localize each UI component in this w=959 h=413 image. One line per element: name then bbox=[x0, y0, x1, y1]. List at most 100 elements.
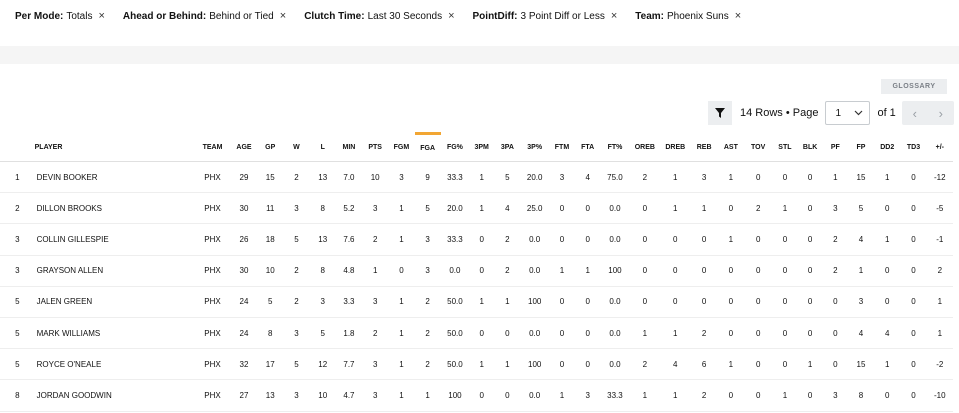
stat-cell[interactable]: 3 bbox=[822, 379, 848, 412]
column-header[interactable]: AST bbox=[717, 133, 744, 162]
stat-cell[interactable]: 4 bbox=[660, 348, 691, 381]
stat-cell[interactable]: 1 bbox=[629, 379, 661, 412]
stat-cell[interactable]: 1 bbox=[822, 161, 848, 194]
column-header[interactable]: PLAYER bbox=[34, 133, 195, 162]
stat-cell[interactable]: 1 bbox=[660, 161, 691, 194]
column-header[interactable]: FTA bbox=[575, 133, 601, 162]
stat-cell[interactable]: 1 bbox=[469, 286, 495, 318]
column-header[interactable]: AGE bbox=[230, 133, 258, 162]
stat-cell[interactable]: 1 bbox=[388, 379, 415, 412]
column-header[interactable]: 3P% bbox=[520, 133, 549, 162]
stat-cell[interactable]: 5 bbox=[414, 192, 441, 225]
stat-cell[interactable]: 5 bbox=[494, 161, 521, 194]
stat-cell[interactable]: 1 bbox=[797, 348, 823, 381]
page-select[interactable]: 1 bbox=[825, 101, 871, 125]
stat-cell[interactable]: 2 bbox=[690, 379, 718, 412]
stat-cell[interactable]: 1 bbox=[469, 192, 495, 225]
team-link[interactable]: PHX bbox=[194, 317, 231, 350]
stat-cell[interactable]: 1 bbox=[388, 348, 415, 381]
stat-cell[interactable]: 3 bbox=[388, 161, 415, 194]
column-header[interactable]: DD2 bbox=[874, 133, 901, 162]
column-header[interactable]: FGM bbox=[388, 133, 415, 162]
column-header[interactable]: FG% bbox=[440, 133, 470, 162]
player-link[interactable]: GRAYSON ALLEN bbox=[34, 255, 195, 287]
stat-cell[interactable]: 1 bbox=[772, 379, 798, 412]
column-header[interactable]: 3PA bbox=[494, 133, 521, 162]
column-header[interactable]: GP bbox=[257, 133, 284, 162]
team-link[interactable]: PHX bbox=[194, 379, 231, 412]
column-header[interactable]: FGA bbox=[414, 132, 441, 162]
stat-cell[interactable]: 2 bbox=[629, 161, 661, 194]
stat-cell[interactable]: 3 bbox=[690, 161, 718, 194]
stat-cell[interactable]: 3 bbox=[822, 192, 848, 225]
column-header[interactable]: OREB bbox=[629, 133, 661, 162]
stat-cell[interactable]: 1 bbox=[469, 161, 495, 194]
stat-cell[interactable]: 2 bbox=[414, 317, 441, 350]
stat-cell[interactable]: 1 bbox=[690, 192, 718, 225]
column-header[interactable]: L bbox=[309, 133, 336, 162]
player-link[interactable]: JALEN GREEN bbox=[34, 286, 195, 318]
stat-cell[interactable]: 1 bbox=[414, 379, 441, 412]
player-link[interactable]: DILLON BROOKS bbox=[34, 192, 195, 225]
next-page-button[interactable]: › bbox=[928, 101, 954, 125]
stat-cell[interactable]: 2 bbox=[629, 348, 661, 381]
stat-cell[interactable]: 1 bbox=[660, 192, 691, 225]
team-link[interactable]: PHX bbox=[194, 192, 231, 225]
stat-cell[interactable]: 1 bbox=[388, 317, 415, 350]
stat-cell[interactable]: 1 bbox=[469, 348, 495, 381]
team-link[interactable]: PHX bbox=[194, 223, 231, 256]
stat-cell[interactable]: 2 bbox=[822, 223, 848, 256]
stat-cell[interactable]: 1 bbox=[660, 379, 691, 412]
stat-cell[interactable]: 4 bbox=[494, 192, 521, 225]
column-header[interactable]: STL bbox=[772, 133, 798, 162]
prev-page-button[interactable]: ‹ bbox=[902, 101, 928, 125]
stat-cell[interactable]: 2 bbox=[494, 223, 521, 256]
close-icon[interactable]: × bbox=[98, 10, 104, 22]
team-link[interactable]: PHX bbox=[194, 286, 231, 318]
team-link[interactable]: PHX bbox=[194, 255, 231, 287]
stat-cell[interactable]: 2 bbox=[744, 192, 773, 225]
column-header[interactable]: W bbox=[283, 133, 310, 162]
column-header[interactable]: DREB bbox=[660, 133, 691, 162]
stat-cell[interactable]: 1 bbox=[629, 317, 661, 350]
stat-cell[interactable]: 1 bbox=[717, 348, 744, 381]
team-link[interactable]: PHX bbox=[194, 161, 231, 194]
column-header[interactable]: BLK bbox=[797, 133, 823, 162]
column-header[interactable]: PTS bbox=[362, 133, 389, 162]
column-header[interactable]: FP bbox=[847, 133, 875, 162]
player-link[interactable]: COLLIN GILLESPIE bbox=[34, 223, 195, 256]
glossary-button[interactable]: GLOSSARY bbox=[881, 79, 947, 94]
stat-cell[interactable]: 1 bbox=[388, 223, 415, 256]
player-link[interactable]: MARK WILLIAMS bbox=[34, 317, 195, 350]
stat-cell[interactable]: 3 bbox=[414, 255, 441, 287]
column-header[interactable]: TOV bbox=[744, 133, 773, 162]
column-header[interactable]: 3PM bbox=[469, 133, 495, 162]
stat-cell[interactable]: 3 bbox=[414, 223, 441, 256]
stat-cell[interactable]: 1 bbox=[388, 286, 415, 318]
close-icon[interactable]: × bbox=[735, 10, 741, 22]
stat-cell[interactable]: 1 bbox=[388, 192, 415, 225]
stat-cell[interactable]: 1 bbox=[772, 192, 798, 225]
stat-cell[interactable]: 2 bbox=[822, 255, 848, 287]
stat-cell[interactable]: 1 bbox=[494, 286, 521, 318]
column-header[interactable]: MIN bbox=[335, 133, 363, 162]
column-header[interactable]: FT% bbox=[600, 133, 630, 162]
player-link[interactable]: JORDAN GOODWIN bbox=[34, 379, 195, 412]
column-header[interactable]: TD3 bbox=[900, 133, 927, 162]
stat-cell[interactable]: 2 bbox=[414, 286, 441, 318]
player-link[interactable]: DEVIN BOOKER bbox=[34, 161, 195, 194]
stat-cell[interactable]: 2 bbox=[494, 255, 521, 287]
close-icon[interactable]: × bbox=[448, 10, 454, 22]
column-header[interactable]: +/- bbox=[926, 133, 953, 162]
column-header[interactable] bbox=[0, 133, 35, 162]
column-header[interactable]: TEAM bbox=[194, 133, 231, 162]
column-header[interactable]: PF bbox=[822, 133, 848, 162]
stat-cell[interactable]: 1 bbox=[660, 317, 691, 350]
close-icon[interactable]: × bbox=[280, 10, 286, 22]
stat-cell[interactable]: 2 bbox=[414, 348, 441, 381]
stat-cell[interactable]: 2 bbox=[690, 317, 718, 350]
filter-button[interactable] bbox=[708, 101, 732, 125]
stat-cell[interactable]: 9 bbox=[414, 161, 441, 194]
stat-cell[interactable]: 1 bbox=[717, 161, 744, 194]
close-icon[interactable]: × bbox=[611, 10, 617, 22]
